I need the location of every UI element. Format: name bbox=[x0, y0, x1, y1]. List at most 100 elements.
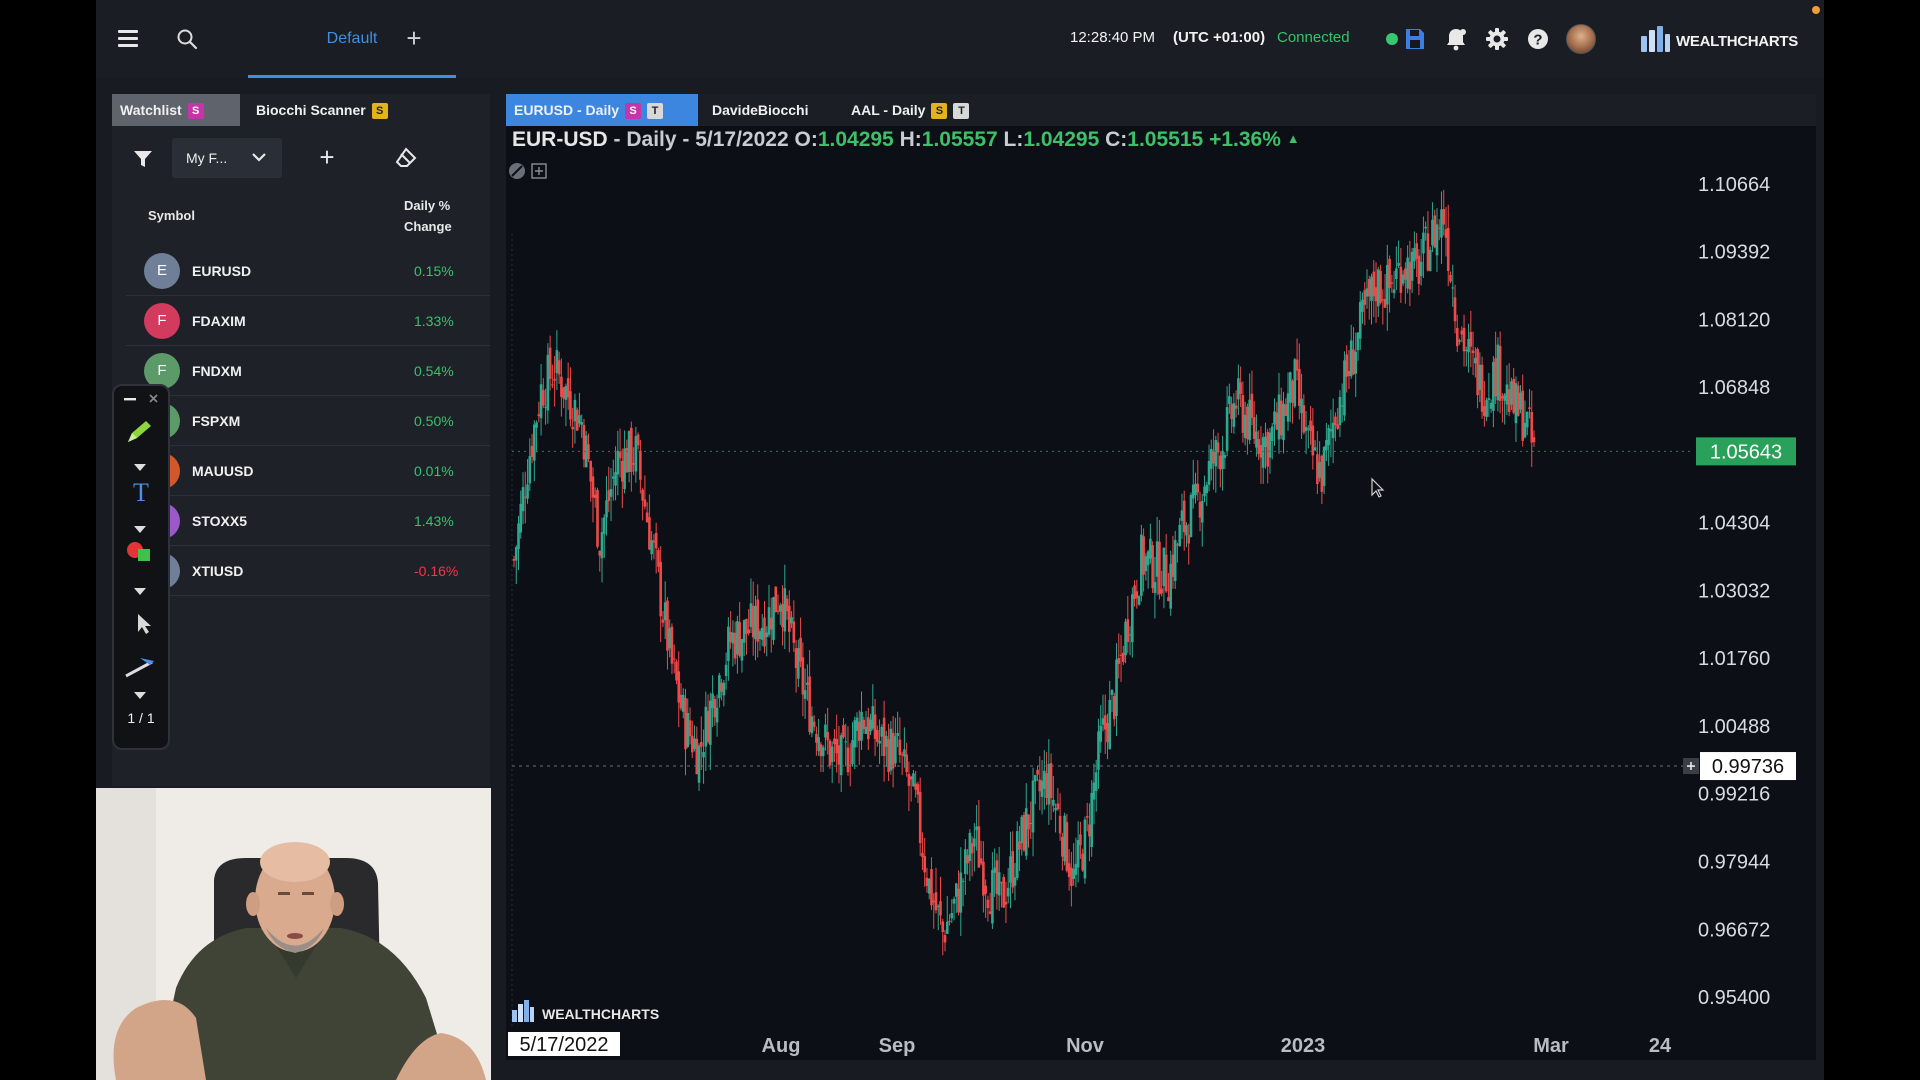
add-tab-icon[interactable]: + bbox=[402, 24, 426, 52]
connection-status: Connected bbox=[1277, 29, 1350, 46]
candle-body bbox=[1516, 385, 1520, 416]
watchlist-row[interactable]: FFSPXM0.50% bbox=[126, 396, 490, 446]
help-icon[interactable]: ? bbox=[1525, 26, 1551, 52]
shapes-dropdown-icon[interactable] bbox=[134, 588, 146, 595]
candle-body bbox=[808, 676, 811, 732]
daily-change: 0.50% bbox=[414, 413, 454, 429]
candle-body bbox=[621, 460, 624, 482]
candle-body bbox=[684, 698, 687, 750]
candle-body bbox=[1386, 264, 1389, 305]
cursor-icon[interactable] bbox=[114, 612, 168, 636]
add-symbol-icon[interactable]: + bbox=[312, 142, 342, 172]
watchlist-row[interactable]: XXTIUSD-0.16% bbox=[126, 546, 490, 596]
candle-body bbox=[1417, 255, 1421, 284]
menu-icon[interactable] bbox=[118, 30, 138, 47]
line-tool-icon[interactable] bbox=[114, 652, 168, 682]
candle-body bbox=[1503, 394, 1506, 401]
tab-aal-badge-s: S bbox=[931, 103, 948, 119]
daily-change: -0.16% bbox=[414, 563, 459, 579]
filter-icon[interactable] bbox=[132, 148, 154, 170]
candle-body bbox=[1146, 551, 1150, 566]
candle-body bbox=[514, 547, 518, 561]
gear-icon[interactable] bbox=[1484, 26, 1510, 52]
candle-body bbox=[1038, 779, 1042, 792]
candle-body bbox=[718, 675, 721, 699]
candle-body bbox=[1043, 770, 1046, 789]
tab-eurusd-badge-s: S bbox=[625, 103, 642, 119]
candle-body bbox=[1397, 262, 1400, 266]
watchlist-row[interactable]: SSTOXX51.43% bbox=[126, 496, 490, 546]
candle-body bbox=[826, 732, 829, 741]
candle-body bbox=[772, 597, 775, 640]
candle-body bbox=[1304, 427, 1308, 431]
candle-body bbox=[661, 619, 665, 623]
candle-body bbox=[693, 738, 696, 749]
candle-body bbox=[1063, 815, 1066, 862]
candle-body bbox=[842, 725, 845, 738]
tab-watchlist[interactable]: Watchlist S bbox=[112, 94, 240, 126]
candle-body bbox=[562, 387, 565, 399]
candle-body bbox=[1133, 585, 1136, 600]
watchlist-row[interactable]: F FNDXM 0.54% bbox=[126, 346, 490, 396]
eraser-icon[interactable] bbox=[394, 146, 418, 170]
watchlist-row[interactable]: MMAUUSD0.01% bbox=[126, 446, 490, 496]
watchlist-select[interactable]: My F... bbox=[172, 138, 282, 178]
candle-body bbox=[903, 749, 906, 757]
column-symbol[interactable]: Symbol bbox=[148, 208, 195, 223]
candle-body bbox=[869, 719, 872, 732]
candle-body bbox=[1471, 350, 1475, 354]
candle-body bbox=[1521, 390, 1525, 441]
y-tick-label: 1.03032 bbox=[1698, 580, 1770, 602]
candle-body bbox=[1255, 431, 1258, 448]
candle-body bbox=[704, 706, 708, 747]
candle-body bbox=[663, 602, 667, 621]
candle-body bbox=[1528, 407, 1531, 409]
timezone[interactable]: (UTC +01:00) bbox=[1173, 29, 1265, 46]
tab-davidebiocchi[interactable]: DavideBiocchi bbox=[704, 94, 808, 126]
line-dropdown-icon[interactable] bbox=[134, 692, 146, 699]
bell-icon[interactable] bbox=[1443, 26, 1469, 52]
candle-body bbox=[654, 532, 658, 549]
text-dropdown-icon[interactable] bbox=[134, 526, 146, 533]
shapes-icon[interactable] bbox=[114, 538, 168, 568]
candle-body bbox=[609, 489, 613, 497]
candle-body bbox=[945, 921, 949, 934]
candle-body bbox=[668, 628, 672, 649]
column-daily-change-line2[interactable]: Change bbox=[404, 219, 452, 234]
candle-body bbox=[1532, 437, 1536, 443]
candle-body bbox=[702, 751, 705, 758]
price-chart[interactable]: 1.05643 1.10664 1.09392 1.08120 1.06848 1.043… bbox=[506, 94, 1816, 1060]
candle-body bbox=[1442, 209, 1446, 225]
candle-body bbox=[639, 450, 642, 480]
candle-body bbox=[1345, 354, 1348, 377]
tab-eurusd-badge-t: T bbox=[647, 103, 664, 119]
avatar[interactable] bbox=[1566, 24, 1596, 54]
candle-body bbox=[973, 838, 976, 847]
candle-body bbox=[1489, 403, 1493, 409]
watchlist-row[interactable]: E EURUSD 0.15% bbox=[126, 246, 490, 296]
candle-body bbox=[1474, 357, 1477, 364]
candle-body bbox=[1458, 340, 1461, 342]
tab-aal-daily[interactable]: AAL - Daily S T bbox=[843, 94, 970, 126]
candle-body bbox=[1469, 332, 1473, 347]
wealthcharts-logo[interactable]: WEALTHCHARTS bbox=[1638, 22, 1808, 58]
tab-eurusd-daily[interactable]: EURUSD - Daily S T bbox=[506, 94, 698, 126]
candle-body bbox=[1178, 524, 1182, 547]
watchlist-row[interactable]: F FDAXIM 1.33% bbox=[126, 296, 490, 346]
column-daily-change-line1[interactable]: Daily % bbox=[404, 198, 450, 213]
search-icon[interactable] bbox=[176, 28, 198, 50]
pencil-icon[interactable] bbox=[114, 418, 168, 448]
save-icon[interactable] bbox=[1402, 26, 1428, 52]
candle-body bbox=[1101, 718, 1105, 725]
pencil-dropdown-icon[interactable] bbox=[134, 464, 146, 471]
candle-body bbox=[1478, 364, 1482, 391]
candle-body bbox=[1449, 274, 1452, 282]
candle-body bbox=[862, 719, 866, 730]
candle-body bbox=[1015, 831, 1019, 879]
text-tool-icon[interactable]: T bbox=[114, 478, 168, 507]
tab-biocchi-scanner[interactable]: Biocchi Scanner S bbox=[248, 94, 398, 126]
candle-body bbox=[1013, 877, 1017, 886]
notification-dot bbox=[1812, 6, 1820, 14]
webcam-image bbox=[96, 788, 491, 1080]
candle-body bbox=[1367, 278, 1371, 297]
